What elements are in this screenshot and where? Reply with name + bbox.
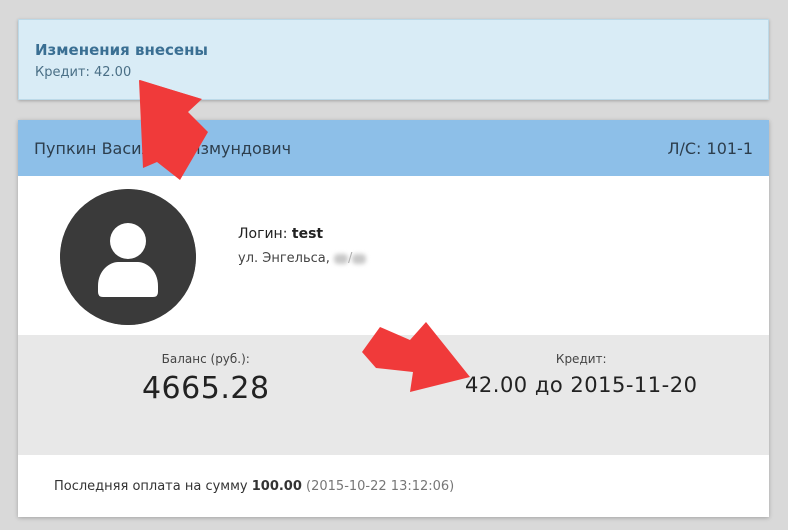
- user-info: Логин: test ул. Энгельса, /: [238, 224, 367, 268]
- user-block: Логин: test ул. Энгельса, /: [18, 176, 769, 335]
- address-prefix: ул. Энгельса,: [238, 251, 330, 266]
- credit-label: Кредит:: [555, 352, 607, 366]
- subscriber-name: Пупкин Василий Олзмундович: [34, 138, 292, 158]
- card-header: Пупкин Василий Олзмундович Л/С: 101-1: [18, 120, 769, 176]
- redacted-flat: [352, 253, 367, 264]
- stats-panel: Баланс (руб.): 4665.28 Кредит: 42.00 до …: [18, 335, 769, 455]
- redacted-house: [334, 253, 349, 264]
- login-line: Логин: test: [238, 224, 366, 244]
- address-line: ул. Энгельса, /: [238, 250, 367, 268]
- credit-stat: Кредит: 42.00 до 2015-11-20: [394, 335, 770, 455]
- last-payment-prefix: Последняя оплата на сумму: [54, 478, 248, 494]
- login-label: Логин:: [238, 226, 288, 242]
- last-payment: Последняя оплата на сумму 100.00 (2015-1…: [18, 455, 769, 517]
- credit-value: 42.00 до 2015-11-20: [465, 373, 698, 397]
- login-value: test: [291, 226, 324, 242]
- account-number: Л/С: 101-1: [667, 138, 753, 158]
- success-alert: Изменения внесены Кредит: 42.00: [18, 19, 769, 100]
- alert-title: Изменения внесены: [35, 41, 208, 59]
- alert-text: Кредит: 42.00: [35, 65, 132, 80]
- last-payment-date: (2015-10-22 13:12:06): [306, 478, 455, 494]
- last-payment-amount: 100.00: [251, 478, 302, 494]
- page: Изменения внесены Кредит: 42.00 Пупкин В…: [0, 0, 788, 530]
- avatar: [60, 189, 196, 325]
- user-icon: [60, 189, 196, 325]
- balance-stat: Баланс (руб.): 4665.28: [18, 335, 394, 455]
- balance-value: 4665.28: [141, 371, 270, 406]
- balance-label: Баланс (руб.):: [161, 352, 250, 366]
- account-card: Пупкин Василий Олзмундович Л/С: 101-1 Ло…: [18, 120, 769, 517]
